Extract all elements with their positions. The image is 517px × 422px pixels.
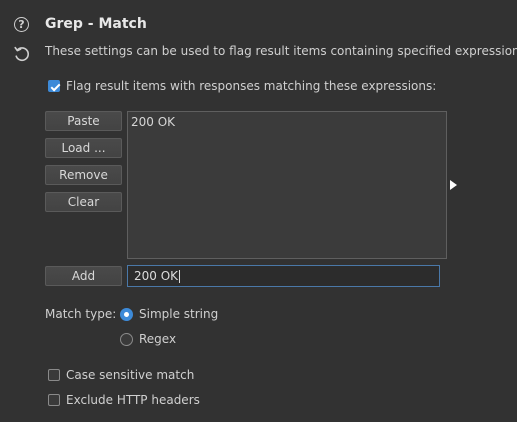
flag-result-items-option[interactable]: Flag result items with responses matchin… [48,79,436,93]
page-title: Grep - Match [45,16,147,32]
load-button[interactable]: Load ... [45,138,122,158]
match-type-regex-option[interactable]: Regex [120,332,176,346]
reset-icon[interactable] [12,44,32,64]
list-item[interactable]: 200 OK [128,112,446,132]
expressions-list[interactable]: 200 OK [127,111,447,259]
flag-result-items-checkbox[interactable] [48,80,60,92]
match-type-label: Match type: [45,307,117,321]
page-description: These settings can be used to flag resul… [45,44,517,58]
add-button[interactable]: Add [45,266,122,286]
grep-match-panel: ? Grep - Match These settings can be use… [0,0,517,422]
mouse-pointer-icon [450,180,457,190]
paste-button[interactable]: Paste [45,111,122,131]
exclude-http-headers-option[interactable]: Exclude HTTP headers [48,393,200,407]
case-sensitive-checkbox[interactable] [48,369,60,381]
exclude-http-headers-checkbox[interactable] [48,394,60,406]
remove-button[interactable]: Remove [45,165,122,185]
regex-label: Regex [139,332,177,346]
add-expression-value: 200 OK [134,269,179,283]
clear-button[interactable]: Clear [45,192,122,212]
flag-result-items-label: Flag result items with responses matchin… [66,79,437,93]
add-expression-input[interactable]: 200 OK [127,265,440,287]
case-sensitive-label: Case sensitive match [66,368,195,382]
help-icon[interactable]: ? [14,17,29,32]
simple-string-label: Simple string [139,307,219,321]
regex-radio[interactable] [120,332,133,346]
text-caret [179,269,181,283]
exclude-http-headers-label: Exclude HTTP headers [66,393,200,407]
case-sensitive-option[interactable]: Case sensitive match [48,368,194,382]
simple-string-radio[interactable] [120,307,133,321]
match-type-simple-string-option[interactable]: Simple string [120,307,218,321]
